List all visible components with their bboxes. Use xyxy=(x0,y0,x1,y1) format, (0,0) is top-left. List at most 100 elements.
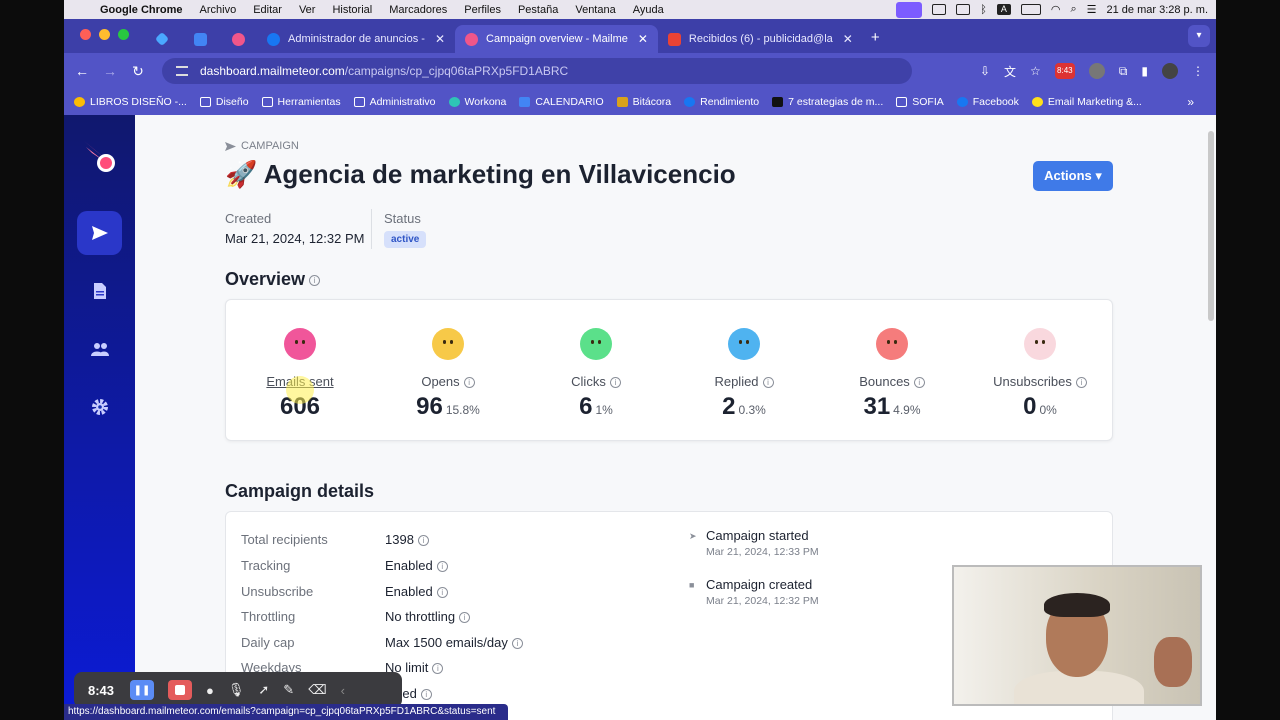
menu-ayuda[interactable]: Ayuda xyxy=(633,4,664,16)
spotlight-search-icon[interactable]: ⌕ xyxy=(1070,3,1076,16)
mailmeteor-logo[interactable] xyxy=(82,139,118,175)
sidebar-item-settings[interactable] xyxy=(77,385,122,429)
bookmark-email-marketing[interactable]: Email Marketing &... xyxy=(1031,96,1142,108)
info-icon[interactable]: i xyxy=(511,638,523,650)
pen-icon[interactable]: ✎ xyxy=(283,682,294,698)
pinned-tab-3[interactable] xyxy=(219,25,257,53)
bookmark-herramientas[interactable]: Herramientas xyxy=(261,96,341,108)
info-icon[interactable]: i xyxy=(436,561,448,573)
info-icon[interactable]: i xyxy=(463,377,475,389)
menu-marcadores[interactable]: Marcadores xyxy=(389,4,447,16)
bookmark-administrativo[interactable]: Administrativo xyxy=(353,96,436,108)
menu-archivo[interactable]: Archivo xyxy=(200,4,237,16)
pointer-icon[interactable]: ➚ xyxy=(258,682,269,698)
window-icon[interactable] xyxy=(932,4,947,15)
close-tab-icon[interactable]: ✕ xyxy=(638,32,648,46)
sidebar-item-campaigns[interactable] xyxy=(77,211,122,255)
app-icon[interactable] xyxy=(956,4,971,15)
tab-search-chevron-down-icon[interactable]: ▾ xyxy=(1188,25,1210,47)
close-tab-icon[interactable]: ✕ xyxy=(843,32,853,46)
menu-ver[interactable]: Ver xyxy=(299,4,316,16)
reload-icon[interactable]: ↻ xyxy=(124,63,152,80)
toolbar-actions: ⇩ 文 ☆ 8:43 ⧉ ▮ ⋮ xyxy=(980,63,1216,80)
stat-clicks[interactable]: Clicks i 6 1% xyxy=(522,300,670,421)
close-window-button[interactable] xyxy=(80,29,91,40)
clock[interactable]: 21 de mar 3:28 p. m. xyxy=(1107,4,1209,16)
microphone-icon[interactable]: 🎙 xyxy=(228,682,245,698)
workona-icon xyxy=(448,97,460,107)
webcam-icon[interactable]: ● xyxy=(206,683,214,698)
new-tab-button[interactable]: + xyxy=(863,25,888,53)
info-icon[interactable]: i xyxy=(432,663,444,675)
menu-pestana[interactable]: Pestaña xyxy=(518,4,558,16)
stat-unsubscribes[interactable]: Unsubscribes i 0 0% xyxy=(966,300,1114,421)
eraser-icon[interactable]: ⌫ xyxy=(308,682,326,698)
stat-replied[interactable]: Replied i 2 0.3% xyxy=(670,300,818,421)
address-bar[interactable]: dashboard.mailmeteor.com/campaigns/cp_cj… xyxy=(162,58,912,84)
info-icon[interactable]: i xyxy=(762,377,774,389)
pinned-tab-1[interactable] xyxy=(143,25,181,53)
menu-editar[interactable]: Editar xyxy=(253,4,282,16)
site-info-icon[interactable] xyxy=(176,66,188,76)
bookmark-calendario[interactable]: CALENDARIO xyxy=(519,96,604,108)
stat-opens[interactable]: Opens i 96 15.8% xyxy=(374,300,522,421)
zoom-window-button[interactable] xyxy=(118,29,129,40)
detail-key: Daily cap xyxy=(241,635,295,650)
tab-gmail-inbox[interactable]: Recibidos (6) - publicidad@la ✕ xyxy=(658,25,863,53)
install-app-icon[interactable]: ⇩ xyxy=(980,64,990,78)
bookmark-sofia[interactable]: SOFIA xyxy=(896,96,944,108)
screen-record-icon[interactable] xyxy=(896,1,923,18)
info-icon[interactable]: i xyxy=(459,612,471,624)
bookmark-diseno[interactable]: Diseño xyxy=(199,96,249,108)
info-icon[interactable]: i xyxy=(913,377,925,389)
back-arrow-icon[interactable]: ← xyxy=(68,63,96,79)
menu-ventana[interactable]: Ventana xyxy=(575,4,615,16)
extension-icon[interactable] xyxy=(1088,63,1105,79)
bookmark-rendimiento[interactable]: Rendimiento xyxy=(684,96,759,108)
keyboard-input-icon[interactable]: A xyxy=(996,4,1011,15)
chrome-menu-icon[interactable]: ⋮ xyxy=(1192,64,1204,78)
menu-historial[interactable]: Historial xyxy=(332,4,372,16)
extensions-puzzle-icon[interactable]: ⧉ xyxy=(1119,64,1128,79)
bookmark-star-icon[interactable]: ☆ xyxy=(1030,64,1041,78)
forward-arrow-icon[interactable]: → xyxy=(96,63,124,79)
breadcrumb[interactable]: CAMPAIGN xyxy=(225,140,299,152)
pause-recording-button[interactable]: ❚❚ xyxy=(130,680,154,700)
tab-campaign-overview[interactable]: Campaign overview - Mailme ✕ xyxy=(455,25,658,53)
side-panel-icon[interactable]: ▮ xyxy=(1141,64,1148,78)
page-scrollbar[interactable] xyxy=(1208,131,1214,321)
stop-recording-button[interactable] xyxy=(168,680,192,700)
actions-dropdown-button[interactable]: Actions ▾ xyxy=(1033,161,1113,191)
bookmark-estrategias[interactable]: 7 estrategias de m... xyxy=(772,96,883,108)
info-icon[interactable]: i xyxy=(436,587,448,599)
profile-avatar[interactable] xyxy=(1162,63,1178,79)
bluetooth-icon[interactable]: ᛒ xyxy=(980,4,987,16)
close-tab-icon[interactable]: ✕ xyxy=(435,32,445,46)
bookmark-facebook[interactable]: Facebook xyxy=(956,96,1019,108)
menu-perfiles[interactable]: Perfiles xyxy=(464,4,501,16)
menu-app-name[interactable]: Google Chrome xyxy=(100,4,183,16)
info-icon[interactable]: i xyxy=(309,274,321,286)
tab-ads-manager[interactable]: Administrador de anuncios - ✕ xyxy=(257,25,455,53)
bookmark-bitacora[interactable]: Bitácora xyxy=(616,96,671,108)
translate-icon[interactable]: 文 xyxy=(1004,63,1016,80)
info-icon[interactable]: i xyxy=(417,535,429,547)
info-icon[interactable]: i xyxy=(1075,377,1087,389)
collapse-chevron-icon[interactable]: ‹ xyxy=(341,683,345,698)
bookmark-workona[interactable]: Workona xyxy=(448,96,506,108)
pinned-tab-2[interactable] xyxy=(181,25,219,53)
overview-title: Overview xyxy=(225,269,306,289)
more-bookmarks-chevron-icon[interactable]: » xyxy=(1187,95,1194,109)
minimize-window-button[interactable] xyxy=(99,29,110,40)
sidebar-item-templates[interactable] xyxy=(77,269,122,313)
stat-bounces[interactable]: Bounces i 31 4.9% xyxy=(818,300,966,421)
bookmark-libros[interactable]: LIBROS DISEÑO -... xyxy=(74,96,187,108)
wifi-icon[interactable]: ◠ xyxy=(1051,3,1061,16)
bookmark-label: Rendimiento xyxy=(700,96,760,108)
extension-timer-icon[interactable]: 8:43 xyxy=(1054,63,1075,79)
sidebar-item-contacts[interactable] xyxy=(77,327,122,371)
info-icon[interactable]: i xyxy=(609,377,621,389)
battery-icon[interactable] xyxy=(1020,4,1041,15)
info-icon[interactable]: i xyxy=(420,689,432,701)
control-center-icon[interactable]: ☰ xyxy=(1087,3,1097,16)
